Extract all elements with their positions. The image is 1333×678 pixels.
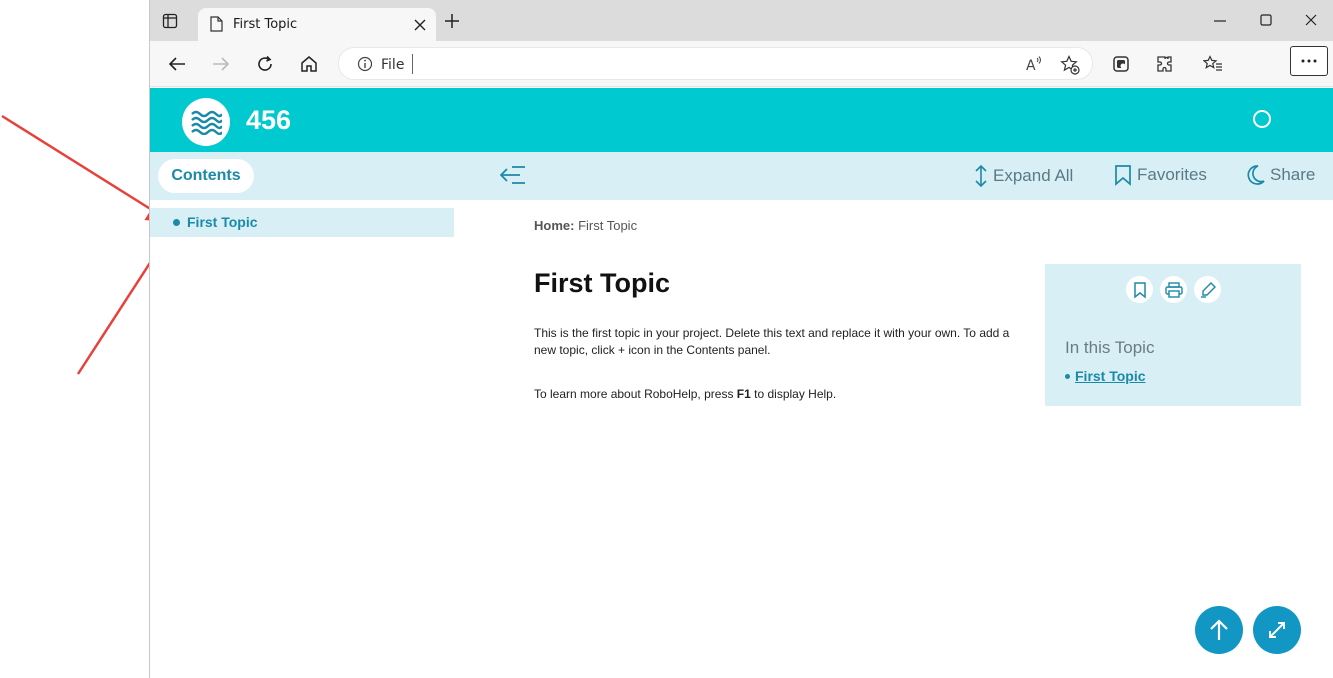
arrow-up-icon [1210, 619, 1228, 640]
collections-icon[interactable] [1108, 51, 1134, 77]
breadcrumb: Home: First Topic [534, 218, 637, 233]
collapse-sidebar-icon[interactable] [499, 164, 526, 191]
read-aloud-icon[interactable]: A [1025, 55, 1043, 78]
highlight-icon[interactable] [1194, 276, 1221, 303]
in-this-topic-heading: In this Topic [1065, 338, 1155, 357]
screenshot-stage: First Topic File A 456 Contents Expand A… [0, 0, 1333, 678]
topic-panel: In this Topic First Topic [1045, 264, 1301, 406]
bullet-icon [1065, 373, 1070, 379]
breadcrumb-current: First Topic [578, 218, 638, 233]
page-title: First Topic [534, 268, 671, 298]
browser-toolbar: File A [150, 41, 1333, 87]
para2-before: To learn more about RoboHelp, press [534, 387, 737, 401]
favorites-label: Favorites [1137, 165, 1207, 184]
address-bar[interactable]: File A [338, 47, 1093, 80]
share-button[interactable]: Share [1245, 164, 1315, 186]
breadcrumb-home[interactable]: Home: [534, 218, 574, 233]
moon-icon [1247, 165, 1265, 185]
more-button[interactable] [1290, 46, 1328, 76]
bookmark-icon [1115, 165, 1131, 186]
site-title: 456 [246, 105, 292, 135]
page-icon [210, 16, 223, 37]
refresh-icon[interactable] [252, 51, 278, 77]
favorite-add-icon[interactable] [1060, 55, 1080, 80]
sub-header: Contents Expand All Favorites Share [150, 152, 1333, 200]
svg-text:A: A [1026, 58, 1036, 73]
sidebar-item-first-topic[interactable]: First Topic [150, 208, 454, 237]
home-icon[interactable] [296, 51, 322, 77]
maximize-icon[interactable] [1259, 12, 1273, 33]
print-icon[interactable] [1160, 276, 1187, 303]
expand-all-label: Expand All [993, 166, 1074, 185]
browser-tab[interactable]: First Topic [198, 8, 436, 41]
body-paragraph-1: This is the first topic in your project.… [534, 326, 1010, 357]
info-icon[interactable] [357, 56, 373, 77]
forward-icon[interactable] [208, 51, 234, 77]
contents-tab[interactable]: Contents [158, 159, 254, 193]
share-label: Share [1270, 165, 1316, 184]
body-paragraph-2: To learn more about RoboHelp, press F1 t… [534, 386, 1024, 403]
key-f1: F1 [736, 387, 751, 401]
favorites-icon[interactable] [1200, 51, 1226, 77]
plus-icon[interactable] [444, 13, 460, 34]
expand-icon [1269, 622, 1285, 638]
text-caret [412, 54, 413, 74]
bookmark-topic-icon[interactable] [1126, 276, 1153, 303]
minimize-icon[interactable] [1213, 12, 1227, 33]
in-this-topic-link[interactable]: First Topic [1065, 368, 1146, 384]
expand-all-icon [975, 164, 987, 188]
sidebar-item-label: First Topic [187, 214, 258, 230]
bullet-icon [173, 219, 180, 226]
tab-title: First Topic [233, 17, 298, 32]
back-icon[interactable] [164, 51, 190, 77]
tab-actions-icon[interactable] [162, 13, 184, 35]
close-icon[interactable] [414, 18, 426, 36]
extensions-icon[interactable] [1152, 51, 1178, 77]
expand-all-button[interactable]: Expand All [974, 164, 1073, 188]
fullscreen-button[interactable] [1253, 606, 1301, 654]
window-close-icon[interactable] [1304, 12, 1318, 33]
search-icon[interactable] [1253, 110, 1271, 128]
tab-bar: First Topic [150, 0, 1333, 41]
more-icon [1301, 59, 1317, 63]
favorites-button[interactable]: Favorites [1114, 164, 1207, 186]
browser-window: First Topic File A 456 Contents Expand A… [149, 0, 1333, 678]
waves-logo-icon[interactable] [182, 98, 230, 146]
para2-after: to display Help. [750, 387, 837, 401]
address-text: File [381, 57, 405, 73]
scroll-to-top-button[interactable] [1195, 606, 1243, 654]
site-header: 456 [150, 88, 1333, 152]
annotation-arrow-upper [1, 114, 173, 223]
help-page: 456 Contents Expand All Favorites Share … [150, 88, 1333, 678]
in-this-topic-link-label: First Topic [1075, 368, 1146, 384]
